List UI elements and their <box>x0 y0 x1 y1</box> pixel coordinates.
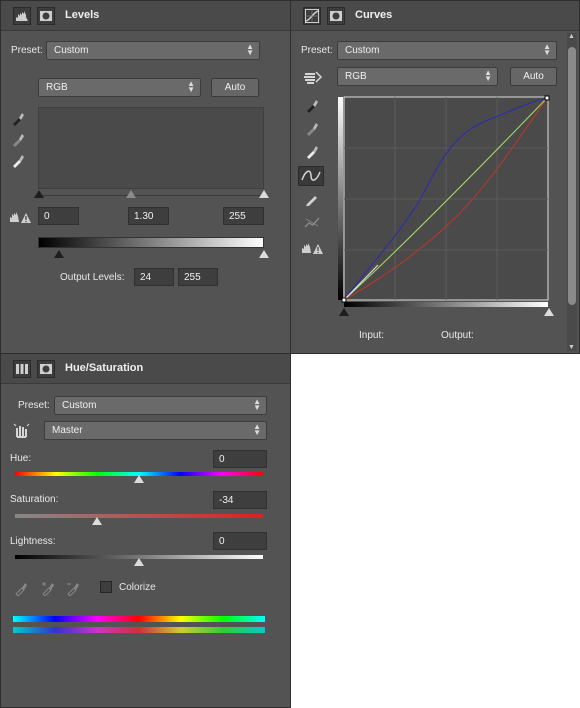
hue-slider-thumb[interactable] <box>134 475 144 483</box>
chevron-updown-icon: ▲ ▼ <box>253 397 261 412</box>
smooth-icon[interactable] <box>303 214 321 230</box>
saturation-label: Saturation: <box>10 494 59 505</box>
output-white-slider[interactable] <box>259 250 269 258</box>
saturation-slider-thumb[interactable] <box>92 517 102 525</box>
input-spectrum-bar <box>13 616 265 622</box>
curves-graph[interactable] <box>338 95 550 309</box>
curves-channel-dropdown[interactable]: RGB ▲ ▼ <box>337 67 498 86</box>
input-black-slider[interactable] <box>34 190 44 198</box>
levels-titlebar: Levels <box>1 1 290 31</box>
chevron-updown-icon: ▲ ▼ <box>543 42 551 57</box>
white-eyedropper-icon[interactable] <box>304 143 320 159</box>
curves-white-slider[interactable] <box>544 308 554 316</box>
hs-preset-value: Custom <box>62 400 97 411</box>
black-eyedropper-icon[interactable] <box>304 97 320 113</box>
hue-saturation-title: Hue/Saturation <box>65 362 144 374</box>
eyedropper-icon[interactable] <box>13 580 29 596</box>
levels-channel-dropdown[interactable]: RGB ▲ ▼ <box>38 78 201 97</box>
clip-warning-icon[interactable] <box>9 210 31 224</box>
levels-preset-label: Preset: <box>11 45 43 56</box>
gray-eyedropper-icon[interactable] <box>10 131 26 147</box>
clip-warning-icon[interactable] <box>301 241 323 255</box>
hs-range-dropdown[interactable]: Master ▲ ▼ <box>44 421 267 440</box>
gray-eyedropper-icon[interactable] <box>304 120 320 136</box>
output-white-field[interactable]: 255 <box>178 268 218 286</box>
levels-input-track <box>38 195 264 196</box>
lightness-label: Lightness: <box>10 536 56 547</box>
eyedropper-add-icon[interactable] <box>40 580 56 596</box>
target-adjust-icon[interactable] <box>12 421 32 441</box>
levels-channel-value: RGB <box>46 82 68 93</box>
curve-point-icon[interactable] <box>298 166 324 186</box>
levels-histogram <box>38 107 264 189</box>
lightness-slider-thumb[interactable] <box>134 558 144 566</box>
saturation-track <box>15 514 263 518</box>
curves-preset-label: Preset: <box>301 45 333 56</box>
hs-preset-dropdown[interactable]: Custom ▲ ▼ <box>54 396 267 415</box>
input-white-slider[interactable] <box>259 190 269 198</box>
vertical-gradient-bar <box>338 97 343 300</box>
chevron-updown-icon: ▲ ▼ <box>484 68 492 83</box>
input-gamma-field[interactable]: 1.30 <box>128 207 169 225</box>
chevron-updown-icon: ▲ ▼ <box>187 79 195 94</box>
curve-endpoint-black[interactable] <box>341 297 347 303</box>
levels-auto-button[interactable]: Auto <box>211 78 259 97</box>
mask-icon[interactable] <box>37 360 55 378</box>
curves-scrollbar[interactable]: ▲ ▼ <box>567 33 577 351</box>
levels-panel-icon[interactable] <box>13 7 31 25</box>
black-eyedropper-icon[interactable] <box>10 110 26 126</box>
curves-titlebar: Curves <box>291 1 579 31</box>
output-black-field[interactable]: 24 <box>134 268 174 286</box>
hue-label: Hue: <box>10 453 32 464</box>
scroll-down-icon[interactable]: ▼ <box>568 344 575 351</box>
input-gamma-slider[interactable] <box>126 190 136 198</box>
output-spectrum-bar <box>13 627 265 633</box>
colorize-checkbox[interactable] <box>100 581 112 593</box>
hs-preset-label: Preset: <box>18 400 50 411</box>
curve-endpoint-white[interactable] <box>544 95 550 101</box>
curves-panel-icon[interactable] <box>303 7 321 25</box>
scroll-up-icon[interactable]: ▲ <box>568 33 575 40</box>
curves-channel-value: RGB <box>345 71 367 82</box>
mask-icon[interactable] <box>37 7 55 25</box>
hs-range-value: Master <box>52 425 83 436</box>
input-black-field[interactable]: 0 <box>38 207 79 225</box>
curves-panel: Curves Preset: Custom ▲ ▼ RGB ▲ ▼ Auto I… <box>290 0 580 354</box>
curves-output-label: Output: <box>441 330 474 341</box>
pencil-icon[interactable] <box>304 191 320 207</box>
mask-icon[interactable] <box>327 7 345 25</box>
horizontal-gradient-bar <box>344 302 548 307</box>
hue-saturation-titlebar: Hue/Saturation <box>1 354 290 384</box>
output-levels-label: Output Levels: <box>60 272 125 283</box>
colorize-label: Colorize <box>119 582 156 593</box>
levels-title: Levels <box>65 9 100 21</box>
curves-input-label: Input: <box>359 330 385 341</box>
saturation-field[interactable]: -34 <box>213 491 267 509</box>
hue-field[interactable]: 0 <box>213 450 267 468</box>
output-gradient <box>38 237 264 248</box>
curves-black-slider[interactable] <box>339 308 349 316</box>
eyedropper-subtract-icon[interactable] <box>65 580 81 596</box>
lightness-field[interactable]: 0 <box>213 532 267 550</box>
curves-auto-button[interactable]: Auto <box>510 67 557 86</box>
levels-preset-dropdown[interactable]: Custom ▲ ▼ <box>46 41 260 60</box>
levels-preset-value: Custom <box>54 45 89 56</box>
target-adjust-icon[interactable] <box>301 68 323 86</box>
hue-saturation-panel-icon[interactable] <box>13 360 31 378</box>
curves-title: Curves <box>355 9 393 21</box>
white-eyedropper-icon[interactable] <box>10 152 26 168</box>
levels-panel: Levels Preset: Custom ▲ ▼ RGB ▲ ▼ Auto 0 1… <box>0 0 291 354</box>
curves-preset-dropdown[interactable]: Custom ▲ ▼ <box>337 41 557 60</box>
chevron-updown-icon: ▲ ▼ <box>246 42 254 57</box>
curves-preset-value: Custom <box>345 45 380 56</box>
output-black-slider[interactable] <box>54 250 64 258</box>
input-white-field[interactable]: 255 <box>223 207 264 225</box>
scroll-thumb[interactable] <box>568 47 576 305</box>
chevron-updown-icon: ▲ ▼ <box>253 422 261 437</box>
hue-saturation-panel: Hue/Saturation Preset: Custom ▲ ▼ Master … <box>0 353 291 708</box>
